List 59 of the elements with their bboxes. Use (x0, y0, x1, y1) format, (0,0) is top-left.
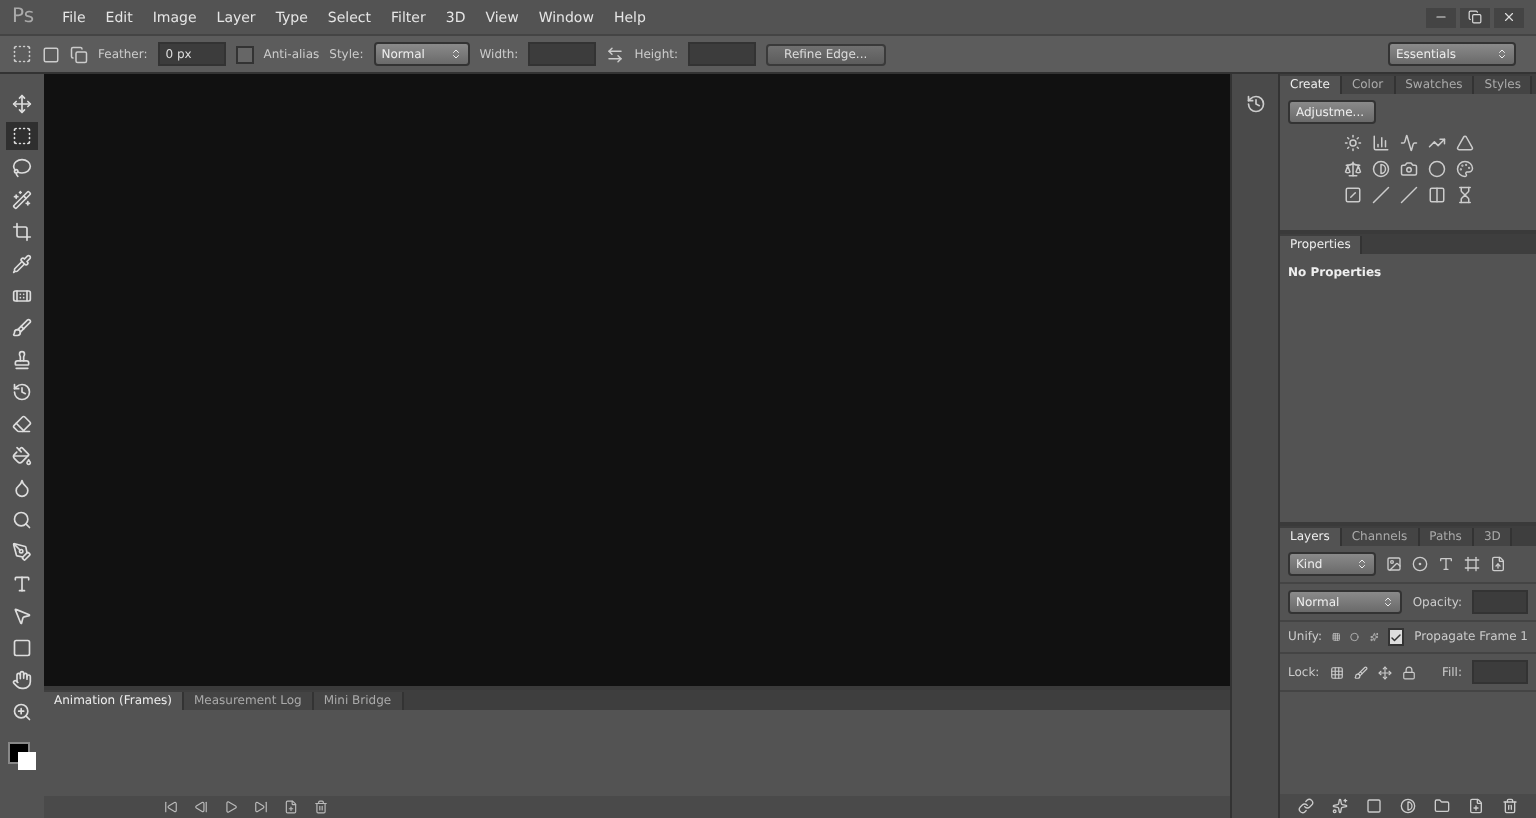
effects-icon[interactable] (1332, 798, 1348, 814)
circle-icon[interactable] (1427, 160, 1445, 178)
swap-icon[interactable] (606, 45, 625, 63)
shape-filter-icon[interactable] (1464, 556, 1480, 572)
anti-alias-checkbox[interactable] (235, 45, 254, 63)
new-selection-icon[interactable] (42, 45, 60, 63)
selective-color-icon[interactable] (1455, 186, 1473, 204)
previous-frame-icon[interactable] (194, 800, 208, 814)
add-selection-icon[interactable] (70, 45, 88, 63)
close-button[interactable] (1494, 7, 1524, 27)
play-icon[interactable] (224, 800, 238, 814)
propagate-checkbox[interactable] (1388, 628, 1405, 646)
history-icon[interactable] (1245, 94, 1265, 114)
marquee-icon[interactable] (6, 122, 38, 150)
first-frame-icon[interactable] (164, 800, 178, 814)
color-swatches-icon[interactable] (8, 742, 36, 770)
lock-icon[interactable] (1401, 665, 1416, 679)
close-icon (1502, 10, 1516, 24)
adjustment-filter-icon[interactable] (1412, 556, 1428, 572)
unify-style-icon[interactable] (1369, 630, 1379, 644)
sun-icon[interactable] (1343, 134, 1361, 152)
lock-position-icon[interactable] (1377, 665, 1392, 679)
image-filter-icon[interactable] (1386, 556, 1402, 572)
contrast-icon[interactable] (1371, 160, 1389, 178)
trash-icon[interactable] (1502, 798, 1518, 814)
lock-pixels-icon[interactable] (1329, 665, 1344, 679)
lock-brush-icon[interactable] (1353, 665, 1368, 679)
text-filter-icon[interactable] (1438, 556, 1454, 572)
fill-field[interactable] (1472, 660, 1528, 684)
exposure-icon[interactable] (1427, 134, 1445, 152)
new-frame-icon[interactable] (284, 800, 298, 814)
smart-object-filter-icon[interactable] (1490, 556, 1506, 572)
triangle-icon[interactable] (1455, 134, 1473, 152)
unify-visibility-icon[interactable] (1350, 630, 1360, 644)
check-icon (1390, 631, 1403, 643)
unify-position-icon[interactable] (1332, 630, 1341, 644)
opacity-field[interactable] (1472, 590, 1528, 614)
height-field[interactable] (688, 42, 757, 66)
adjustment-layer-icon[interactable] (1400, 798, 1416, 814)
new-layer-icon[interactable] (1468, 798, 1484, 814)
camera-icon[interactable] (1399, 160, 1417, 178)
width-field[interactable] (528, 42, 597, 66)
marquee-icon[interactable] (12, 44, 32, 64)
folder-icon[interactable] (1434, 798, 1450, 814)
palette-icon[interactable] (1455, 160, 1473, 178)
balance-icon[interactable] (1343, 160, 1361, 178)
gradient-map-icon[interactable] (1427, 186, 1445, 204)
minimize-button[interactable] (1426, 7, 1456, 27)
minimize-icon (1434, 10, 1448, 24)
invert-icon[interactable] (1343, 186, 1361, 204)
restore-icon (1468, 10, 1482, 24)
mask-icon[interactable] (1366, 798, 1382, 814)
histogram-icon[interactable] (1371, 134, 1389, 152)
restore-button[interactable] (1460, 7, 1490, 27)
trash-icon[interactable] (314, 800, 328, 814)
curve-icon[interactable] (1399, 134, 1417, 152)
app-logo: Ps (12, 6, 35, 28)
link-icon[interactable] (1298, 798, 1314, 814)
next-frame-icon[interactable] (254, 800, 268, 814)
